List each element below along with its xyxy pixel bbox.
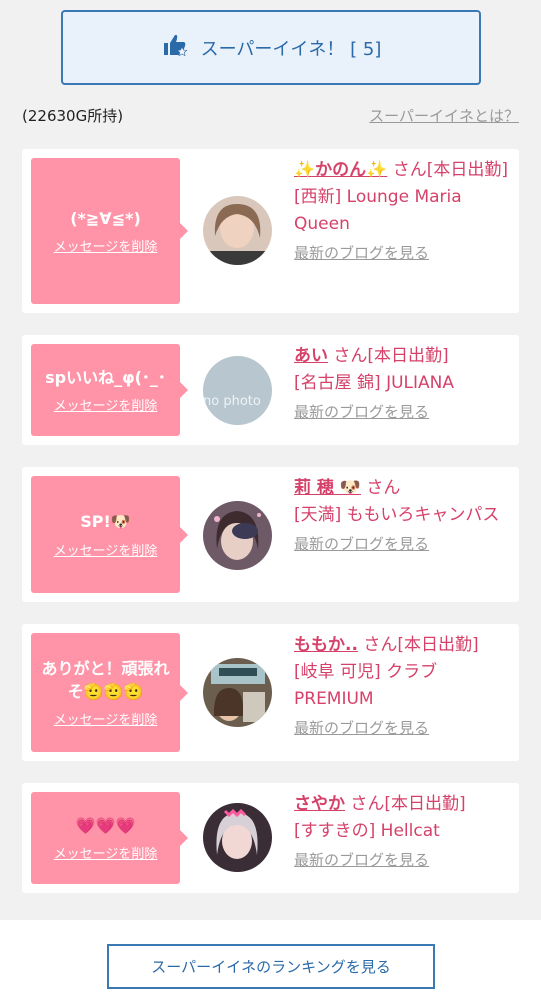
avatar[interactable]: [203, 658, 272, 727]
delete-message-link[interactable]: メッセージを削除: [54, 843, 158, 862]
list-item: ありがと！頑張れそ🫡🫡🫡 メッセージを削除 ももか.. さん[本日出勤] [岐阜…: [22, 624, 519, 761]
avatar[interactable]: [203, 501, 272, 570]
shop-name: [天満] ももいろキャンパス: [294, 505, 500, 525]
avatar[interactable]: [203, 196, 272, 265]
cast-name-link[interactable]: ももか..: [294, 635, 358, 655]
list-item: SP!🐶 メッセージを削除 莉 穂 🐶 さん [天満] ももいろキャンパス 最新…: [22, 467, 519, 602]
shop-name: [すすきの] Hellcat: [294, 821, 440, 841]
shop-name: [岐阜 可児] クラブPREMIUM: [294, 662, 438, 709]
latest-blog-link[interactable]: 最新のブログを見る: [294, 847, 514, 874]
delete-message-link[interactable]: メッセージを削除: [54, 540, 158, 559]
shop-name: [西新] Lounge Maria Queen: [294, 187, 462, 234]
cast-name-link[interactable]: さやか: [294, 794, 345, 814]
point-balance: (22630G所持): [22, 107, 124, 125]
message-bubble: (*≧∀≦*) メッセージを削除: [31, 158, 188, 304]
message-text: spいいね_φ(･_･: [45, 367, 166, 387]
message-text: 💗💗💗: [75, 815, 136, 835]
cast-info: ✨かのん✨ さん[本日出勤] [西新] Lounge Maria Queen 最…: [294, 157, 514, 267]
message-bubble: 💗💗💗 メッセージを削除: [31, 792, 188, 884]
list-item: spいいね_φ(･_･ メッセージを削除 no photo あい さん[本日出勤…: [22, 335, 519, 445]
delete-message-link[interactable]: メッセージを削除: [54, 236, 158, 255]
message-bubble: spいいね_φ(･_･ メッセージを削除: [31, 344, 188, 436]
cast-info: あい さん[本日出勤] [名古屋 錦] JULIANA 最新のブログを見る: [294, 343, 514, 426]
cast-name-link[interactable]: あい: [294, 346, 328, 366]
list-item: (*≧∀≦*) メッセージを削除 ✨かのん✨ さん[本日出勤] [西新] Lou…: [22, 149, 519, 313]
super-iine-button[interactable]: スーパーイイネ！ [ 5]: [61, 10, 481, 85]
delete-message-link[interactable]: メッセージを削除: [54, 395, 158, 414]
cast-status: さん[本日出勤]: [345, 794, 466, 814]
message-bubble: SP!🐶 メッセージを削除: [31, 476, 188, 593]
message-bubble: ありがと！頑張れそ🫡🫡🫡 メッセージを削除: [31, 633, 188, 752]
avatar[interactable]: [203, 803, 272, 872]
super-iine-label: スーパーイイネ！ [ 5]: [200, 38, 382, 60]
latest-blog-link[interactable]: 最新のブログを見る: [294, 240, 514, 267]
footer: スーパーイイネのランキングを見る: [0, 920, 541, 1000]
cast-status: さん[本日出勤]: [387, 160, 509, 180]
cast-status: さん[本日出勤]: [357, 635, 479, 655]
message-text: SP!🐶: [80, 512, 131, 532]
thumbs-up-icon: [161, 31, 189, 64]
avatar[interactable]: no photo: [203, 356, 272, 425]
no-photo-text: no photo: [203, 394, 261, 409]
ranking-button[interactable]: スーパーイイネのランキングを見る: [107, 944, 435, 989]
cast-info: ももか.. さん[本日出勤] [岐阜 可児] クラブPREMIUM 最新のブログ…: [294, 632, 514, 742]
cast-status: さん: [361, 478, 401, 498]
shop-name: [名古屋 錦] JULIANA: [294, 373, 454, 393]
cast-name-link[interactable]: ✨かのん✨: [294, 160, 387, 180]
super-iine-help-link[interactable]: スーパーイイネとは？: [369, 105, 519, 126]
message-text: ありがと！頑張れそ🫡🫡🫡: [41, 658, 170, 701]
latest-blog-link[interactable]: 最新のブログを見る: [294, 399, 514, 426]
cast-info: さやか さん[本日出勤] [すすきの] Hellcat 最新のブログを見る: [294, 791, 514, 874]
latest-blog-link[interactable]: 最新のブログを見る: [294, 531, 514, 558]
delete-message-link[interactable]: メッセージを削除: [54, 709, 158, 728]
cast-status: さん[本日出勤]: [328, 346, 449, 366]
message-text: (*≧∀≦*): [70, 208, 141, 228]
list-item: 💗💗💗 メッセージを削除 さやか さん[本日出勤] [すすきの] Hellcat…: [22, 783, 519, 893]
latest-blog-link[interactable]: 最新のブログを見る: [294, 715, 514, 742]
cast-name-link[interactable]: 莉 穂 🐶: [294, 478, 361, 498]
cast-info: 莉 穂 🐶 さん [天満] ももいろキャンパス 最新のブログを見る: [294, 475, 514, 558]
